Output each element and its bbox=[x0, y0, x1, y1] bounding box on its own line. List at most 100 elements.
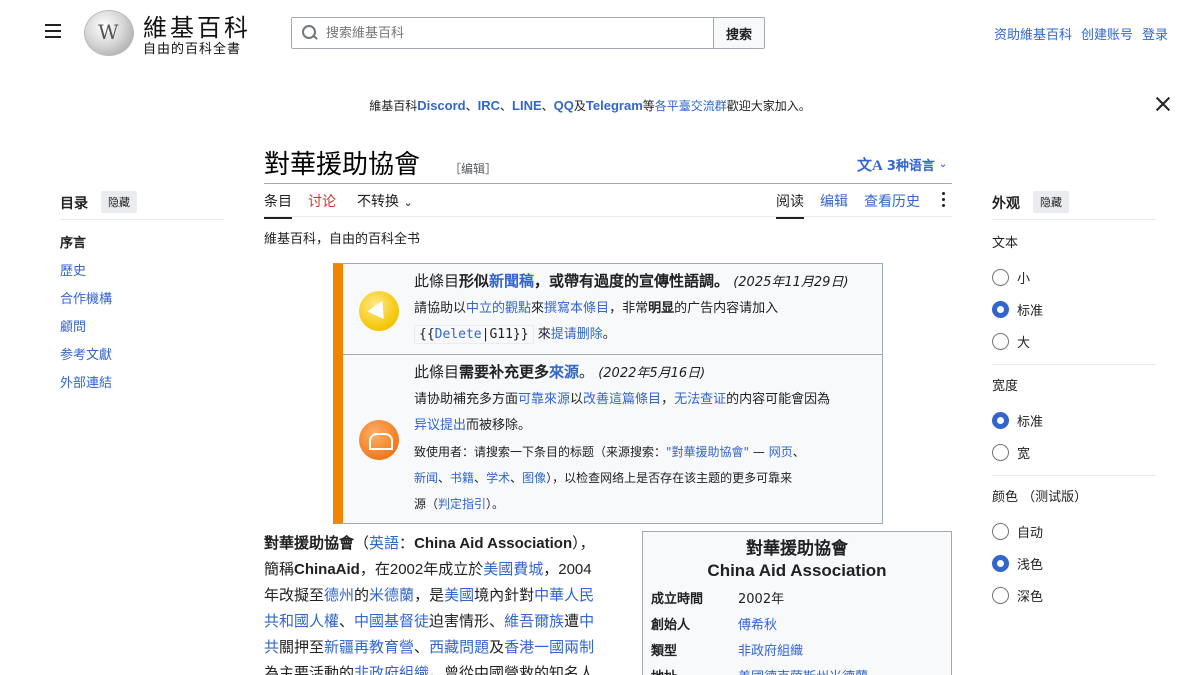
uyghurs-link[interactable]: 維吾爾族 bbox=[504, 613, 564, 630]
search-input[interactable] bbox=[326, 25, 714, 41]
challenged-link[interactable]: 异议提出 bbox=[414, 418, 466, 433]
search-title-link[interactable]: "對華援助協會" bbox=[666, 445, 749, 459]
notice-text: ），以检查网络上是否存在该主题的更多可靠来 bbox=[546, 471, 793, 485]
sources-link[interactable]: 來源 bbox=[549, 363, 579, 381]
infobox-row: 創始人 傅希秋 bbox=[651, 614, 777, 633]
radio-width-wide[interactable]: 宽 bbox=[992, 443, 1030, 462]
tab-history[interactable]: 查看历史 bbox=[864, 191, 920, 217]
search-scholar-link[interactable]: 学术 bbox=[486, 471, 510, 485]
radio-selected-icon bbox=[992, 555, 1009, 572]
usa-link[interactable]: 美國 bbox=[444, 587, 474, 604]
radio-text-standard[interactable]: 标准 bbox=[992, 300, 1043, 319]
delete-template-link[interactable]: Delete bbox=[435, 327, 482, 342]
create-account-link[interactable]: 创建账号 bbox=[1081, 24, 1133, 43]
appearance-hide-button[interactable]: 隐藏 bbox=[1033, 191, 1069, 213]
wikipedia-globe-logo[interactable] bbox=[84, 10, 134, 56]
body-text: ）， bbox=[572, 535, 595, 552]
tab-article[interactable]: 条目 bbox=[264, 191, 292, 219]
toc-item-external-links[interactable]: 外部連結 bbox=[60, 372, 112, 400]
banner-sep: 、 bbox=[465, 99, 478, 113]
maintenance-notices: 此條目形似新聞稿，或帶有過度的宣傳性語調。 (2025年11月29日) 請協助以… bbox=[333, 263, 883, 524]
short-name: ChinaAid bbox=[294, 561, 360, 578]
search-news-link[interactable]: 新闻 bbox=[414, 471, 438, 485]
more-actions-icon[interactable] bbox=[938, 190, 948, 210]
toc-divider bbox=[60, 219, 224, 220]
radio-color-dark[interactable]: 深色 bbox=[992, 586, 1043, 605]
reeducation-camps-link[interactable]: 新疆再教育營 bbox=[324, 639, 414, 656]
tab-read[interactable]: 阅读 bbox=[776, 191, 804, 219]
line-link[interactable]: LINE bbox=[512, 98, 542, 113]
philadelphia-link[interactable]: 美國費城 bbox=[483, 561, 543, 578]
notice-text: 需要补充更多 bbox=[459, 363, 550, 381]
toc-item-advisors[interactable]: 顧問 bbox=[60, 316, 112, 344]
notice-text: 的内容可能會因為 bbox=[726, 392, 831, 407]
prc-link[interactable]: 中華人民 bbox=[534, 587, 594, 604]
radio-icon bbox=[992, 587, 1009, 604]
search-button[interactable]: 搜索 bbox=[713, 17, 765, 49]
rewrite-link[interactable]: 撰寫本條目 bbox=[544, 301, 609, 316]
language-button[interactable]: 文A 3种语言 ⌄ bbox=[857, 154, 947, 175]
midland-link[interactable]: 米德蘭 bbox=[369, 587, 414, 604]
toc-hide-button[interactable]: 隐藏 bbox=[101, 191, 137, 213]
reliable-sources-link[interactable]: 可靠來源 bbox=[518, 392, 570, 407]
english-link[interactable]: 英語 bbox=[369, 535, 399, 552]
guideline-link[interactable]: 判定指引 bbox=[438, 497, 486, 511]
platforms-link[interactable]: 各平臺交流群 bbox=[655, 99, 727, 113]
donate-link[interactable]: 资助維基百科 bbox=[994, 24, 1072, 43]
press-release-link[interactable]: 新聞稿 bbox=[489, 272, 534, 290]
toc-item-partners[interactable]: 合作機構 bbox=[60, 288, 112, 316]
tab-edit[interactable]: 编辑 bbox=[820, 191, 848, 217]
tibet-link[interactable]: 西藏問題 bbox=[429, 639, 489, 656]
toc-item-history[interactable]: 歷史 bbox=[60, 260, 112, 288]
improve-article-link[interactable]: 改善這篇條目 bbox=[583, 392, 661, 407]
request-deletion-link[interactable]: 提请删除 bbox=[551, 327, 603, 342]
radio-color-auto[interactable]: 自动 bbox=[992, 522, 1043, 541]
radio-text-small[interactable]: 小 bbox=[992, 268, 1030, 287]
login-link[interactable]: 登录 bbox=[1142, 24, 1168, 43]
irc-link[interactable]: IRC bbox=[478, 98, 500, 113]
megaphone-warning-icon bbox=[359, 291, 399, 331]
tab-talk[interactable]: 讨论 bbox=[308, 191, 336, 217]
appearance-heading: 外观 bbox=[992, 196, 1020, 212]
hong-kong-link[interactable]: 香港一國兩制 bbox=[504, 639, 594, 656]
founder-link[interactable]: 傅希秋 bbox=[738, 614, 777, 633]
notice-text: 致使用者：请搜索一下条目的标题（来源搜索： bbox=[414, 445, 667, 459]
title-edit-link[interactable]: ［编辑］ bbox=[449, 160, 497, 177]
logo-subtitle[interactable]: 自由的百科全書 bbox=[143, 38, 241, 57]
toc-item-references[interactable]: 参考文獻 bbox=[60, 344, 112, 372]
npov-link[interactable]: 中立的觀點 bbox=[466, 301, 531, 316]
english-name: China Aid Association bbox=[414, 535, 573, 552]
search-web-link[interactable]: 网页 bbox=[769, 445, 793, 459]
qq-link[interactable]: QQ bbox=[554, 98, 574, 113]
ngo-link[interactable]: 非政府組織 bbox=[354, 665, 429, 675]
discord-link[interactable]: Discord bbox=[417, 98, 465, 113]
book-icon bbox=[359, 420, 399, 460]
close-icon[interactable] bbox=[1153, 94, 1173, 114]
search-box[interactable] bbox=[291, 17, 715, 49]
appearance-divider bbox=[992, 475, 1156, 476]
christians-link[interactable]: 中國基督徒 bbox=[354, 613, 429, 630]
width-label: 宽度 bbox=[992, 379, 1019, 394]
type-link[interactable]: 非政府組織 bbox=[738, 640, 803, 659]
site-tagline: 維基百科，自由的百科全书 bbox=[264, 232, 421, 247]
ccp-link[interactable]: 共 bbox=[264, 639, 279, 656]
radio-icon bbox=[992, 333, 1009, 350]
body-text: 為主要活動的 bbox=[264, 665, 355, 675]
toc-item-intro[interactable]: 序言 bbox=[60, 232, 112, 260]
toc-list: 序言 歷史 合作機構 顧問 参考文獻 外部連結 bbox=[60, 232, 112, 400]
tab-variant-dropdown[interactable]: 不转换 ⌄ bbox=[357, 191, 413, 217]
address-link[interactable]: 美國德克薩斯州米德蘭 bbox=[738, 666, 868, 675]
ccp-link[interactable]: 中 bbox=[579, 613, 594, 630]
body-text: 簡稱 bbox=[264, 561, 295, 578]
telegram-link[interactable]: Telegram bbox=[586, 98, 643, 113]
search-books-link[interactable]: 书籍 bbox=[450, 471, 474, 485]
search-images-link[interactable]: 图像 bbox=[522, 471, 546, 485]
texas-link[interactable]: 德州 bbox=[324, 587, 354, 604]
notice-text: 來 bbox=[531, 301, 545, 316]
main-menu-button[interactable] bbox=[40, 20, 68, 46]
radio-color-light[interactable]: 浅色 bbox=[992, 554, 1043, 573]
radio-text-large[interactable]: 大 bbox=[992, 332, 1030, 351]
verifiability-link[interactable]: 无法查证 bbox=[674, 392, 726, 407]
radio-width-standard[interactable]: 标准 bbox=[992, 411, 1043, 430]
human-rights-link[interactable]: 共和國人權 bbox=[264, 613, 339, 630]
